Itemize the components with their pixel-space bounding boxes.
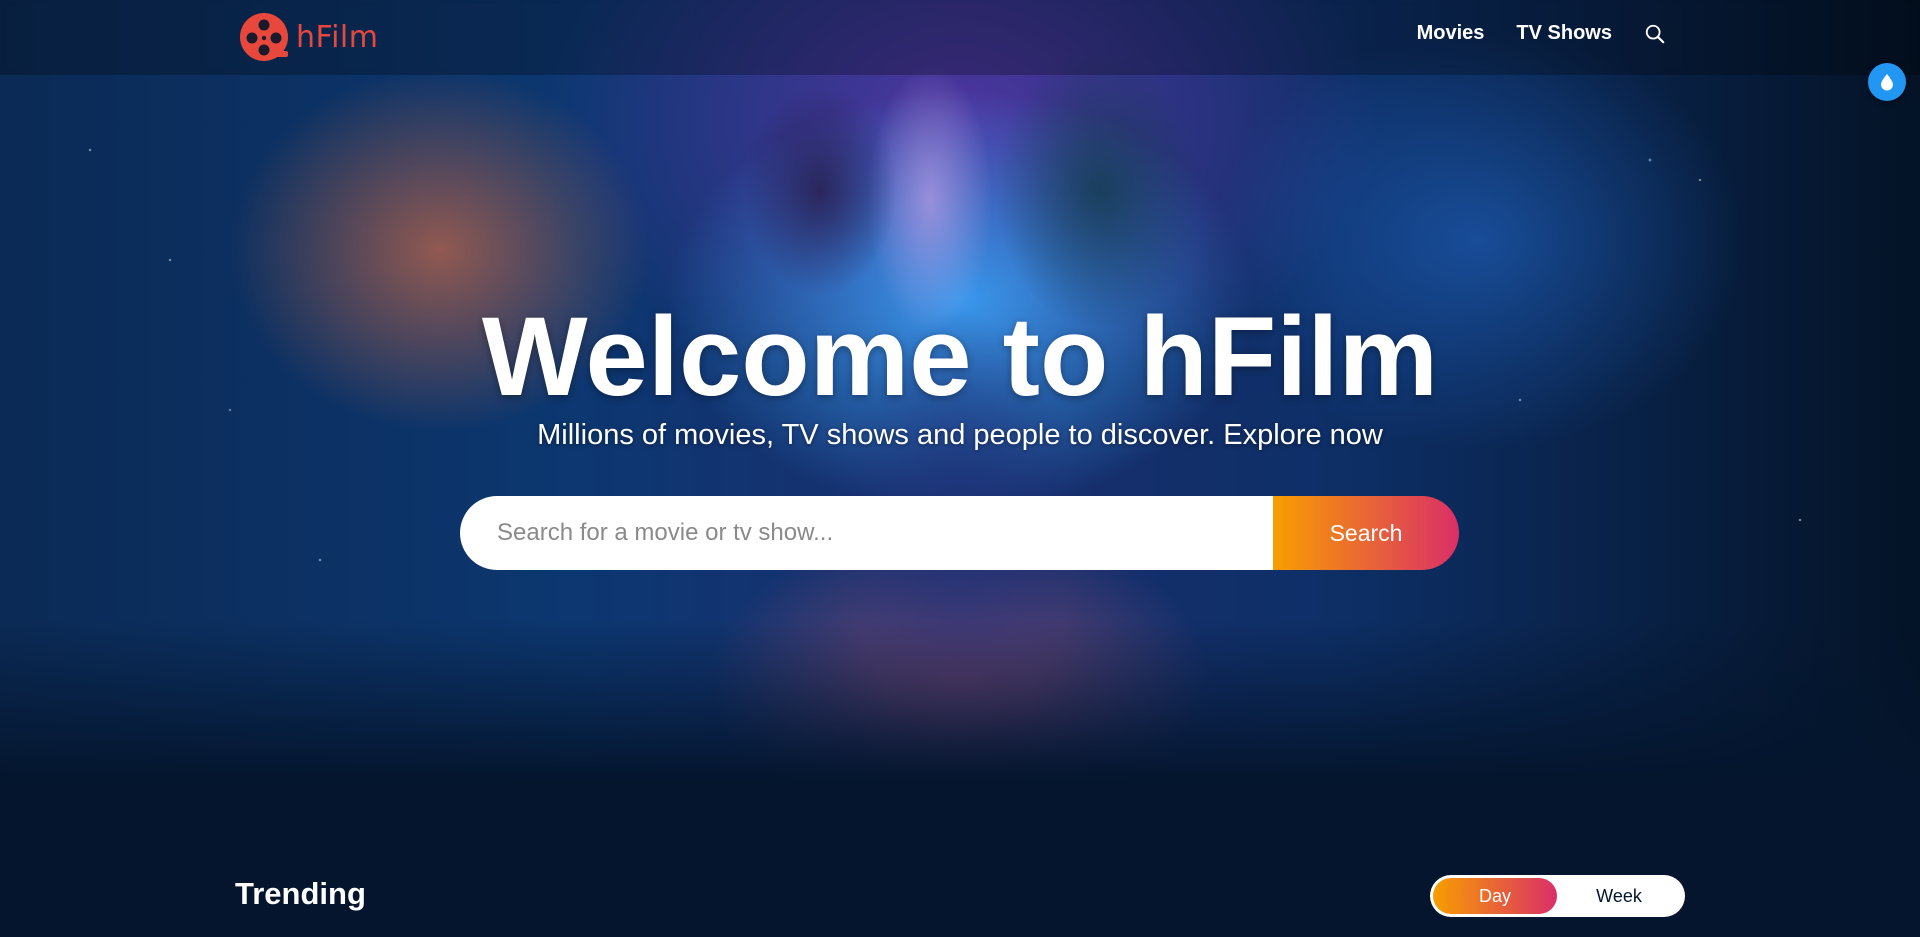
hero-fade-overlay <box>0 620 1920 800</box>
hero-content: Welcome to hFilm Millions of movies, TV … <box>0 295 1920 455</box>
trending-time-toggle: Day Week <box>1430 875 1685 917</box>
main-nav: Movies TV Shows <box>1417 22 1666 45</box>
search-icon[interactable] <box>1644 23 1666 45</box>
hero-title: Welcome to hFilm <box>481 294 1439 419</box>
logo[interactable]: hFilm <box>238 11 378 63</box>
film-reel-icon <box>240 13 288 61</box>
logo-text: hFilm <box>296 19 379 55</box>
nav-movies[interactable]: Movies <box>1417 22 1485 45</box>
search-button[interactable]: Search <box>1273 496 1459 570</box>
site-header: hFilm Movies TV Shows <box>0 0 1920 75</box>
hero-search-bar: Search <box>460 496 1459 570</box>
nav-tv-shows[interactable]: TV Shows <box>1516 22 1612 45</box>
tab-week[interactable]: Week <box>1557 878 1681 914</box>
search-input[interactable] <box>460 496 1273 570</box>
theme-toggle-button[interactable] <box>1868 63 1906 101</box>
water-drop-icon <box>1881 74 1893 91</box>
hero-subtitle: Millions of movies, TV shows and people … <box>537 419 1383 451</box>
tab-day[interactable]: Day <box>1433 878 1557 914</box>
trending-title: Trending <box>235 876 366 911</box>
